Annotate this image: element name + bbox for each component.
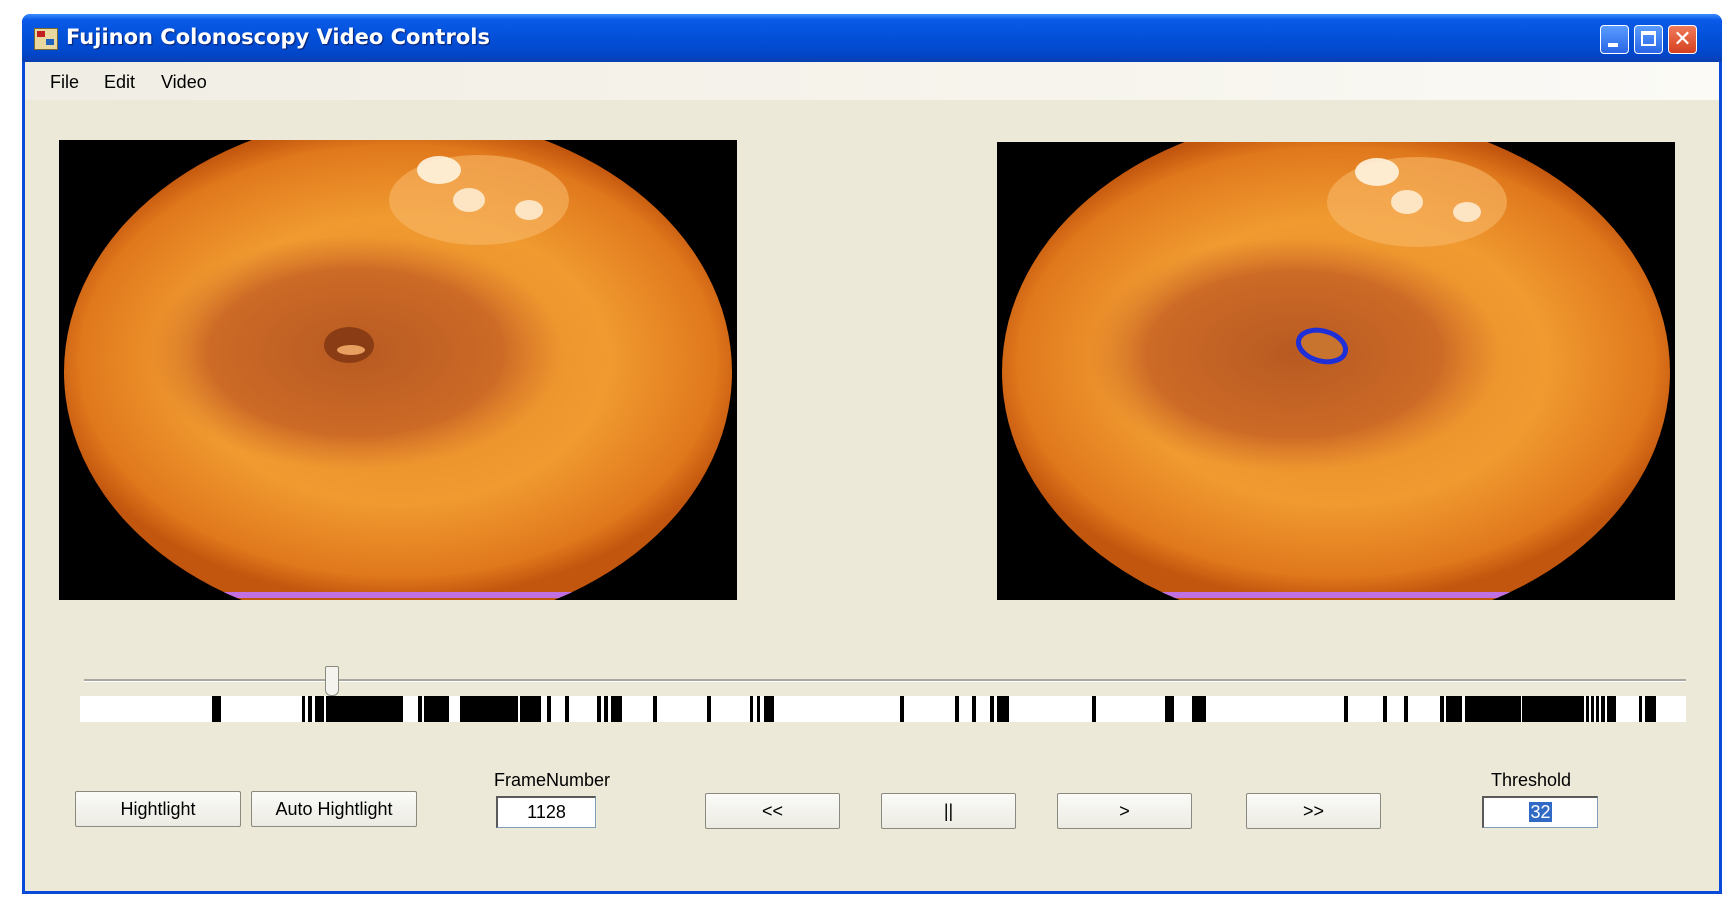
app-icon[interactable] (34, 28, 58, 50)
rewind-button[interactable]: << (705, 793, 840, 829)
menu-edit[interactable]: Edit (104, 72, 135, 93)
auto-highlight-button[interactable]: Auto Hightlight (251, 791, 417, 827)
original-video-frame (59, 140, 737, 600)
client-area: File Edit Video Hightlight Auto Hightlig… (25, 62, 1719, 891)
app-window: Fujinon Colonoscopy Video Controls ✕ Fil… (22, 14, 1722, 894)
maximize-button[interactable] (1634, 25, 1663, 54)
minimize-icon (1608, 43, 1618, 47)
highlight-button[interactable]: Hightlight (75, 791, 241, 827)
fast-forward-button[interactable]: >> (1246, 793, 1381, 829)
detection-marker-strip (80, 696, 1686, 722)
close-icon: ✕ (1673, 27, 1692, 52)
threshold-value: 32 (1529, 802, 1552, 822)
frame-number-label: FrameNumber (494, 770, 611, 790)
pause-button[interactable]: || (881, 793, 1016, 829)
menu-bar: File Edit Video (25, 62, 1719, 100)
menu-video[interactable]: Video (161, 72, 207, 93)
threshold-field[interactable]: 32 (1482, 796, 1598, 828)
frame-slider-thumb[interactable] (325, 666, 339, 696)
menu-file[interactable]: File (50, 72, 79, 93)
play-button[interactable]: > (1057, 793, 1192, 829)
maximize-icon (1641, 31, 1656, 46)
minimize-button[interactable] (1600, 25, 1629, 54)
window-title: Fujinon Colonoscopy Video Controls (66, 25, 490, 49)
threshold-label: Threshold (1491, 770, 1572, 790)
highlighted-video-frame (997, 142, 1675, 600)
title-bar[interactable]: Fujinon Colonoscopy Video Controls ✕ (22, 14, 1722, 62)
frame-number-field[interactable]: 1128 (496, 796, 596, 828)
close-button[interactable]: ✕ (1668, 25, 1697, 54)
